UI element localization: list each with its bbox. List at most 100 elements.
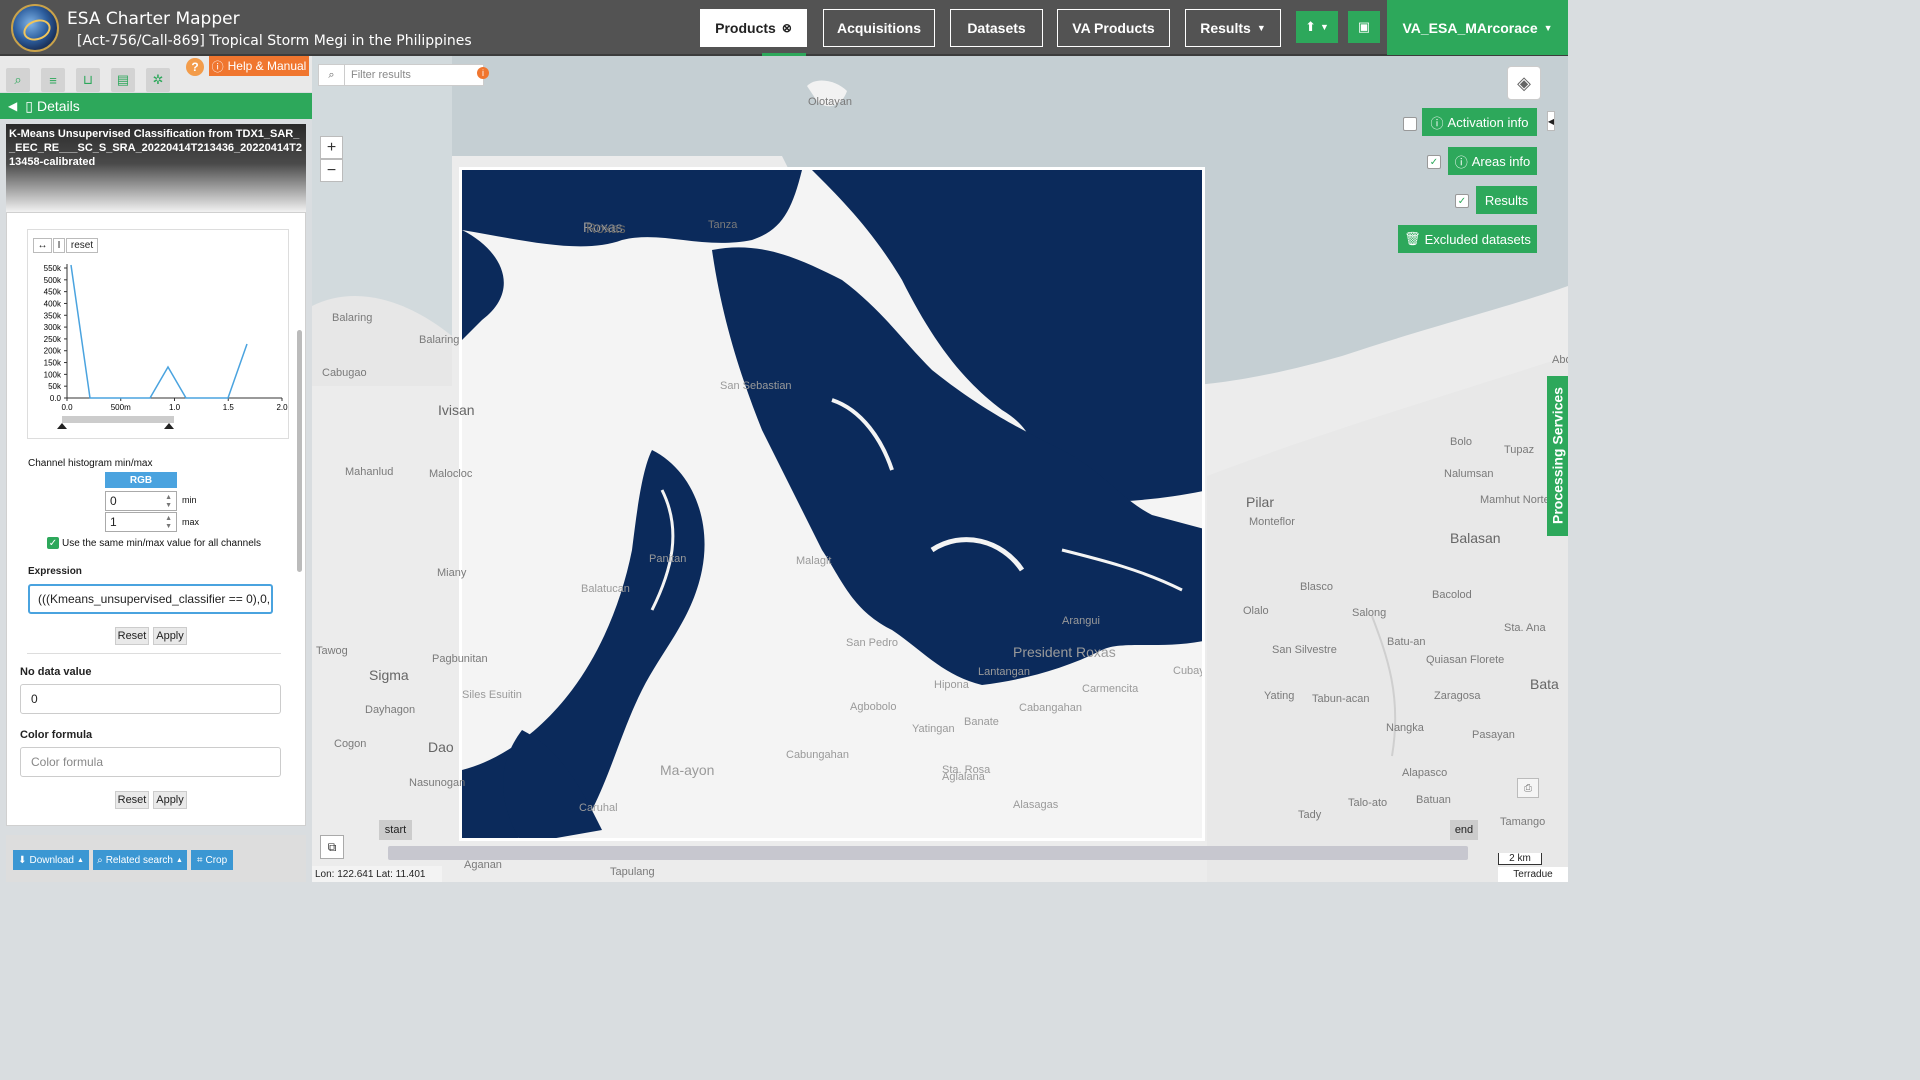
areas-info-button[interactable]: ⓘ Areas info: [1448, 147, 1537, 175]
min-stepper[interactable]: 0 ▲ ▼: [105, 491, 177, 511]
charter-logo-icon[interactable]: [11, 4, 59, 52]
nav-va-products-label: VA Products: [1072, 20, 1155, 36]
place-label: Zaragosa: [1434, 690, 1481, 702]
excluded-datasets-button[interactable]: 🗑 Excluded datasets: [1398, 225, 1537, 253]
place-label: Panitan: [649, 553, 687, 565]
place-label: Nalumsan: [1444, 468, 1494, 480]
range-slider-track[interactable]: [62, 416, 174, 423]
results-button[interactable]: Results: [1476, 186, 1537, 214]
color-formula-input[interactable]: Color formula: [20, 747, 281, 777]
min-value: 0: [110, 494, 117, 508]
nav-results-dropdown[interactable]: Results ▼: [1185, 9, 1281, 47]
map-view[interactable]: Roxas San Sebastian Malagit Balatucan Panita…: [312, 56, 1568, 882]
activation-info-button[interactable]: ⓘ Activation info: [1422, 108, 1537, 136]
left-bottom-bar: ⬇ Download ▲ ⌕ Related search ▲ ⌗ Crop: [6, 835, 306, 882]
crop-button[interactable]: ⌗ Crop: [191, 850, 233, 870]
question-icon[interactable]: ?: [186, 58, 204, 76]
histogram-chart: 550k 500k 450k 400k 350k 300k 250k 200k 150k 100k…: [44, 264, 288, 429]
areas-info-checkbox[interactable]: ✓: [1427, 155, 1441, 169]
filter-results-input[interactable]: ⌕ Filter results: [318, 64, 484, 86]
results-label: Results: [1484, 192, 1529, 208]
list-icon[interactable]: ≡: [41, 68, 65, 92]
nav-acquisitions-tab[interactable]: Acquisitions: [823, 9, 935, 47]
place-label: Cabugao: [322, 367, 367, 379]
briefcase-button[interactable]: ▣: [1348, 11, 1380, 43]
range-handle-max[interactable]: [164, 423, 174, 429]
x-tick-label: 0.0: [61, 403, 73, 412]
expression-reset-button[interactable]: Reset: [115, 627, 149, 645]
trash-icon: 🗑: [1404, 231, 1421, 246]
stepper-arrows-icon[interactable]: ▲ ▼: [165, 515, 172, 531]
same-minmax-checkbox[interactable]: ✓: [47, 537, 59, 549]
nodata-input[interactable]: 0: [20, 684, 281, 714]
help-manual-button[interactable]: ⓘ Help & Manual: [209, 56, 309, 76]
color-formula-apply-button[interactable]: Apply: [153, 791, 187, 809]
zoom-in-button[interactable]: +: [320, 136, 343, 159]
activation-title: [Act-756/Call-869] Tropical Storm Megi i…: [77, 33, 472, 49]
app-title: ESA Charter Mapper: [67, 9, 240, 29]
place-label: Malagit: [796, 555, 832, 567]
color-formula-reset-button[interactable]: Reset: [115, 791, 149, 809]
zoom-out-button[interactable]: −: [320, 159, 343, 182]
channel-tag[interactable]: RGB: [105, 472, 177, 488]
nav-products-tab[interactable]: Products ⊗: [700, 9, 807, 47]
info-icon[interactable]: i: [477, 67, 489, 79]
timeline-slider[interactable]: [388, 846, 1468, 860]
place-label: Hipona: [934, 679, 969, 691]
layers-icon[interactable]: ◈: [1507, 66, 1541, 100]
upload-icon: ⬆: [1305, 19, 1316, 34]
archive-icon[interactable]: ▤: [111, 68, 135, 92]
details-header[interactable]: ◀ ▯ Details: [0, 93, 312, 119]
gear-icon[interactable]: ✲: [146, 68, 170, 92]
nav-datasets-tab[interactable]: Datasets: [950, 9, 1043, 47]
expression-apply-button[interactable]: Apply: [153, 627, 187, 645]
place-label: Tupaz: [1504, 444, 1535, 456]
max-value: 1: [110, 515, 117, 529]
y-tick-label: 500k: [44, 276, 62, 285]
y-tick-label: 300k: [44, 323, 62, 332]
place-label: Carmencita: [1082, 683, 1139, 695]
expression-apply-label: Apply: [156, 630, 184, 642]
x-tick-label: 1.5: [223, 403, 235, 412]
y-tick-label: 450k: [44, 288, 62, 297]
place-label: Balaring: [419, 334, 460, 346]
range-handle-min[interactable]: [57, 423, 67, 429]
activation-info-checkbox[interactable]: [1403, 117, 1417, 131]
user-menu-dropdown[interactable]: VA_ESA_MArcorace ▼: [1387, 0, 1568, 55]
close-circle-icon[interactable]: ⊗: [782, 21, 792, 35]
timeline-end-label[interactable]: end: [1450, 820, 1478, 840]
panel-scrollbar[interactable]: [297, 330, 302, 572]
info-icon: ⓘ: [211, 59, 224, 74]
map-attribution[interactable]: Terradue: [1498, 867, 1568, 882]
caret-up-icon: ▲: [76, 856, 84, 864]
nav-acquisitions-label: Acquisitions: [836, 20, 921, 36]
timeline-toggle-icon[interactable]: ⧉: [320, 835, 344, 859]
scale-bar: 2 km: [1498, 853, 1542, 865]
download-dropdown-button[interactable]: ⬇ Download ▲: [13, 850, 89, 870]
print-icon[interactable]: ⎙: [1517, 778, 1539, 798]
details-panel: ↔ I reset 550k 500k 450k 400k 350k 300k 250k 20…: [6, 212, 306, 826]
crop-label: Crop: [205, 854, 228, 866]
x-tick-label: 500m: [111, 403, 131, 412]
place-label: Yatingan: [912, 723, 955, 735]
y-tick-label: 550k: [44, 264, 62, 273]
collapse-right-button[interactable]: ◀: [1547, 111, 1555, 131]
place-label: Tanza: [708, 219, 738, 231]
stepper-arrows-icon[interactable]: ▲ ▼: [165, 494, 172, 510]
color-formula-label: Color formula: [20, 729, 93, 741]
nav-products-label: Products: [715, 20, 776, 36]
expression-input[interactable]: (((Kmeans_unsupervised_classifier == 0),…: [28, 584, 273, 614]
processing-services-tab[interactable]: Processing Services: [1547, 376, 1568, 536]
nav-va-products-tab[interactable]: VA Products: [1057, 9, 1170, 47]
results-checkbox[interactable]: ✓: [1455, 194, 1469, 208]
search-icon[interactable]: ⌕: [6, 68, 30, 92]
expression-value: (((Kmeans_unsupervised_classifier == 0),…: [38, 592, 273, 606]
basket-icon[interactable]: ⊔: [76, 68, 100, 92]
place-label: Banate: [964, 716, 999, 728]
upload-dropdown-button[interactable]: ⬆ ▼: [1296, 11, 1338, 43]
max-stepper[interactable]: 1 ▲ ▼: [105, 512, 177, 532]
expression-reset-label: Reset: [117, 630, 147, 642]
related-search-dropdown-button[interactable]: ⌕ Related search ▲: [93, 850, 187, 870]
timeline-start-label[interactable]: start: [379, 820, 412, 840]
chevron-left-icon[interactable]: ◀: [8, 99, 17, 113]
